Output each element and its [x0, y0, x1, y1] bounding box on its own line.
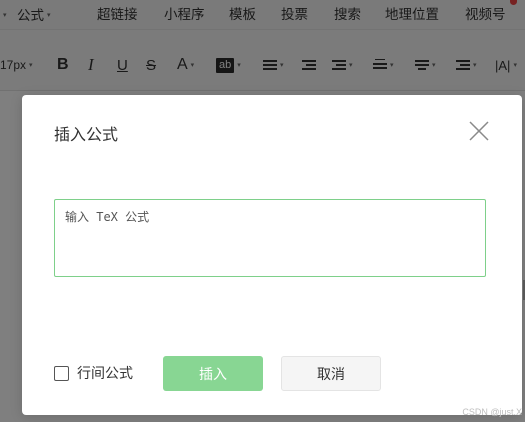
watermark: CSDN @just.X — [462, 407, 522, 417]
cancel-button[interactable]: 取消 — [281, 356, 381, 391]
inline-formula-label: 行间公式 — [77, 366, 133, 382]
insert-formula-dialog: 插入公式 行间公式 插入 取消 — [22, 95, 522, 415]
close-icon — [469, 121, 489, 141]
dialog-title: 插入公式 — [54, 125, 119, 144]
inline-formula-checkbox[interactable] — [54, 365, 69, 381]
inline-formula-option[interactable]: 行间公式 — [54, 363, 133, 383]
insert-button[interactable]: 插入 — [163, 356, 263, 391]
close-button[interactable] — [468, 120, 490, 142]
tex-formula-input[interactable] — [54, 199, 486, 277]
